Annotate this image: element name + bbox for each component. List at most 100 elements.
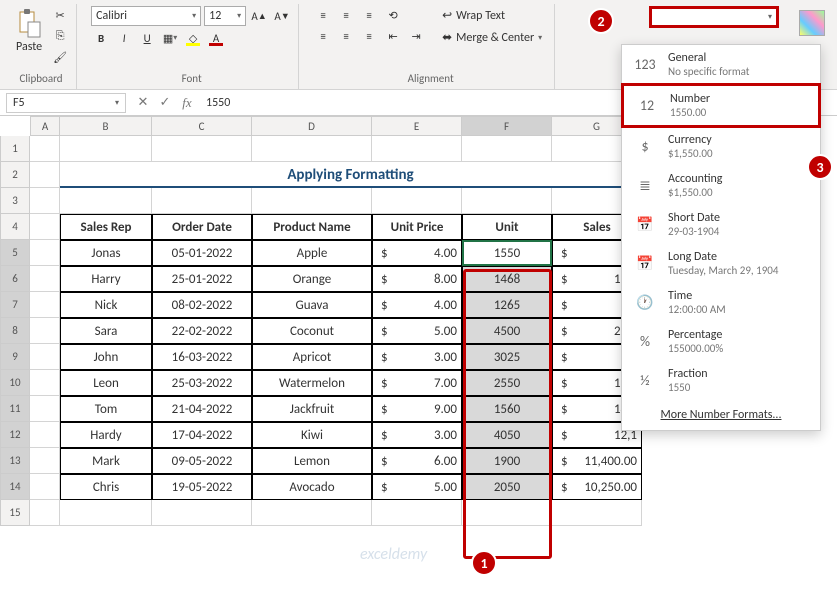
format-painter-button[interactable]: 🖌: [50, 48, 70, 66]
nf-item-percentage[interactable]: %Percentage155000.00%: [622, 322, 820, 361]
date-cell[interactable]: 25-03-2022: [152, 370, 252, 396]
row-header[interactable]: 14: [0, 474, 30, 500]
nf-item-long-date[interactable]: 📅Long DateTuesday, March 29, 1904: [622, 244, 820, 283]
increase-indent-button[interactable]: ⇥: [406, 27, 426, 45]
price-cell[interactable]: $7.00: [372, 370, 462, 396]
table-header[interactable]: Order Date: [152, 214, 252, 240]
sales-rep-cell[interactable]: Mark: [60, 448, 152, 474]
sheet-title[interactable]: Applying Formatting: [60, 162, 642, 188]
decrease-indent-button[interactable]: ⇤: [383, 27, 403, 45]
wrap-text-button[interactable]: ↩ Wrap Text: [436, 6, 548, 25]
product-cell[interactable]: Apricot: [252, 344, 372, 370]
sales-rep-cell[interactable]: Harry: [60, 266, 152, 292]
cell[interactable]: [30, 448, 60, 474]
cell[interactable]: [372, 188, 462, 214]
date-cell[interactable]: 17-04-2022: [152, 422, 252, 448]
table-header[interactable]: Unit: [462, 214, 552, 240]
price-cell[interactable]: $5.00: [372, 474, 462, 500]
nf-item-time[interactable]: 🕐Time12:00:00 AM: [622, 283, 820, 322]
cell[interactable]: [30, 266, 60, 292]
cell[interactable]: [252, 136, 372, 162]
cell[interactable]: [30, 500, 60, 526]
align-bottom-button[interactable]: ≡: [359, 6, 379, 24]
cell[interactable]: [30, 240, 60, 266]
table-header[interactable]: Unit Price: [372, 214, 462, 240]
col-header-F[interactable]: F: [462, 116, 552, 136]
cell[interactable]: [462, 136, 552, 162]
cell[interactable]: [252, 188, 372, 214]
date-cell[interactable]: 09-05-2022: [152, 448, 252, 474]
bold-button[interactable]: B: [91, 29, 111, 47]
row-header[interactable]: 13: [0, 448, 30, 474]
sales-rep-cell[interactable]: Tom: [60, 396, 152, 422]
product-cell[interactable]: Apple: [252, 240, 372, 266]
cell[interactable]: [60, 500, 152, 526]
cell[interactable]: [152, 500, 252, 526]
align-left-button[interactable]: ≡: [313, 27, 333, 45]
paste-button[interactable]: Paste: [12, 6, 46, 56]
cut-button[interactable]: ✂: [50, 6, 70, 24]
font-name-select[interactable]: Calibri▾: [91, 6, 201, 26]
table-header[interactable]: Product Name: [252, 214, 372, 240]
product-cell[interactable]: Watermelon: [252, 370, 372, 396]
copy-button[interactable]: ⎘: [50, 27, 70, 45]
row-header[interactable]: 5: [0, 240, 30, 266]
cell[interactable]: [462, 500, 552, 526]
cell[interactable]: [60, 188, 152, 214]
product-cell[interactable]: Kiwi: [252, 422, 372, 448]
price-cell[interactable]: $5.00: [372, 318, 462, 344]
price-cell[interactable]: $8.00: [372, 266, 462, 292]
nf-item-number[interactable]: 12Number1550.00: [621, 83, 821, 128]
sales-rep-cell[interactable]: Leon: [60, 370, 152, 396]
sales-rep-cell[interactable]: Jonas: [60, 240, 152, 266]
more-number-formats-link[interactable]: More Number Formats...: [622, 400, 820, 430]
shrink-font-button[interactable]: A▼: [272, 7, 292, 25]
row-header[interactable]: 11: [0, 396, 30, 422]
product-cell[interactable]: Jackfruit: [252, 396, 372, 422]
cell[interactable]: [30, 318, 60, 344]
sales-rep-cell[interactable]: Sara: [60, 318, 152, 344]
italic-button[interactable]: I: [114, 29, 134, 47]
col-header-B[interactable]: B: [60, 116, 152, 136]
border-button[interactable]: ▦▾: [160, 29, 180, 47]
unit-cell[interactable]: 1468: [462, 266, 552, 292]
date-cell[interactable]: 16-03-2022: [152, 344, 252, 370]
unit-cell[interactable]: 1900: [462, 448, 552, 474]
sales-cell[interactable]: $11,400.00: [552, 448, 642, 474]
merge-center-button[interactable]: ⬌ Merge & Center ▾: [436, 28, 548, 47]
orientation-button[interactable]: ⟲: [383, 6, 403, 24]
row-header[interactable]: 1: [0, 136, 30, 162]
nf-item-fraction[interactable]: ½Fraction1550: [622, 361, 820, 400]
cell[interactable]: [552, 500, 642, 526]
cell[interactable]: [152, 188, 252, 214]
cell[interactable]: [30, 188, 60, 214]
align-center-button[interactable]: ≡: [336, 27, 356, 45]
cancel-formula-button[interactable]: ✕: [132, 95, 154, 110]
row-header[interactable]: 15: [0, 500, 30, 526]
row-header[interactable]: 4: [0, 214, 30, 240]
sales-rep-cell[interactable]: Nick: [60, 292, 152, 318]
date-cell[interactable]: 08-02-2022: [152, 292, 252, 318]
nf-item-general[interactable]: 123GeneralNo specific format: [622, 45, 820, 84]
col-header-C[interactable]: C: [152, 116, 252, 136]
row-header[interactable]: 6: [0, 266, 30, 292]
font-color-button[interactable]: A: [206, 29, 226, 47]
align-top-button[interactable]: ≡: [313, 6, 333, 24]
nf-item-short-date[interactable]: 📅Short Date29-03-1904: [622, 205, 820, 244]
insert-function-button[interactable]: fx: [176, 95, 198, 111]
table-header[interactable]: Sales Rep: [60, 214, 152, 240]
sales-rep-cell[interactable]: John: [60, 344, 152, 370]
price-cell[interactable]: $3.00: [372, 344, 462, 370]
cell[interactable]: [30, 214, 60, 240]
cell[interactable]: [372, 500, 462, 526]
unit-cell[interactable]: 1265: [462, 292, 552, 318]
unit-cell[interactable]: 2050: [462, 474, 552, 500]
row-header[interactable]: 9: [0, 344, 30, 370]
sales-rep-cell[interactable]: Hardy: [60, 422, 152, 448]
product-cell[interactable]: Orange: [252, 266, 372, 292]
number-format-select[interactable]: ▾: [649, 6, 779, 28]
name-box[interactable]: F5▾: [6, 93, 126, 113]
unit-cell[interactable]: 4050: [462, 422, 552, 448]
cell[interactable]: [30, 422, 60, 448]
unit-cell[interactable]: 2550: [462, 370, 552, 396]
